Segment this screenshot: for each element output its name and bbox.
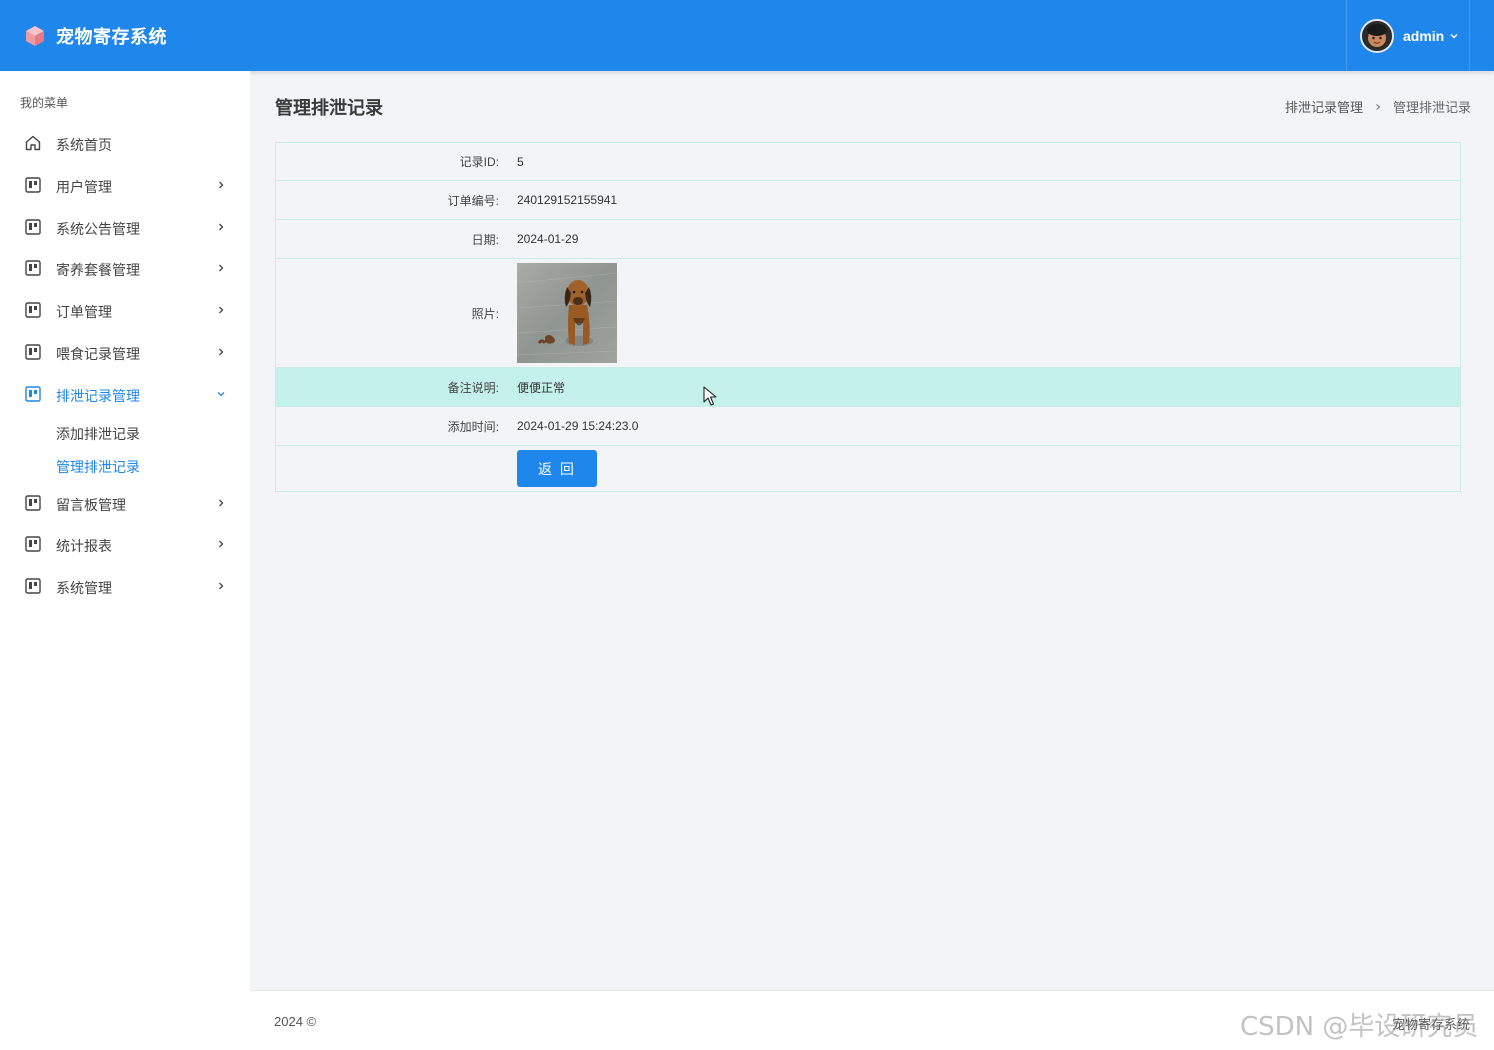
sidebar-item-announcements[interactable]: 系统公告管理: [0, 210, 250, 244]
sidebar-item-label: 系统首页: [56, 137, 112, 153]
mouse-cursor-icon: [703, 386, 717, 406]
date-label: 日期:: [471, 232, 499, 247]
footer-copyright: 2024 ©: [274, 1014, 317, 1029]
sidebar-item-reports[interactable]: 统计报表: [0, 527, 250, 561]
chevron-down-icon: [217, 392, 225, 397]
sidebar: 我的菜单 系统首页 用户管理 系统公告管理 寄养套餐管理 订单管理 喂食记录管理…: [0, 71, 250, 1050]
module-icon: [25, 302, 41, 318]
sidebar-item-label: 系统公告管理: [56, 221, 140, 237]
photo-cell: [517, 259, 617, 367]
sidebar-item-label: 喂食记录管理: [56, 346, 140, 362]
sidebar-item-orders[interactable]: 订单管理: [0, 293, 250, 327]
sidebar-item-home[interactable]: 系统首页: [0, 126, 250, 160]
chevron-right-icon: [219, 582, 224, 590]
back-button[interactable]: 返 回: [517, 450, 597, 487]
chevron-right-icon: [219, 181, 224, 189]
chevron-right-icon: [219, 348, 224, 356]
table-row: 照片:: [276, 259, 1460, 368]
sidebar-item-label: 留言板管理: [56, 497, 126, 513]
empty-label: [276, 446, 499, 491]
added-time-label: 添加时间:: [447, 419, 499, 434]
chevron-down-icon: [1450, 33, 1458, 38]
breadcrumb-item-current: 管理排泄记录: [1392, 100, 1471, 115]
chevron-right-icon: [219, 499, 224, 507]
dog-photo-icon: [517, 263, 617, 363]
photo-label: 照片:: [471, 306, 499, 321]
sidebar-item-label: 排泄记录管理: [56, 388, 140, 404]
table-row: 日期: 2024-01-29: [276, 220, 1460, 259]
sidebar-item-system[interactable]: 系统管理: [0, 569, 250, 603]
app-title: 宠物寄存系统: [56, 27, 167, 47]
sidebar-item-label: 用户管理: [56, 179, 112, 195]
brand[interactable]: 宠物寄存系统: [24, 24, 167, 48]
record-id-label: 记录ID:: [459, 155, 499, 169]
sidebar-item-message-board[interactable]: 留言板管理: [0, 486, 250, 520]
cube-logo-icon: [26, 26, 44, 46]
chevron-right-icon: [219, 306, 224, 314]
sidebar-item-label: 系统管理: [56, 580, 112, 596]
breadcrumb-item-excretion-management[interactable]: 排泄记录管理: [1285, 97, 1363, 116]
user-menu[interactable]: admin: [1346, 0, 1470, 71]
user-name: admin: [1403, 27, 1445, 44]
avatar: [1360, 18, 1394, 53]
module-icon: [25, 495, 41, 511]
remark-value: 便便正常: [517, 380, 566, 395]
home-icon: [25, 135, 41, 151]
detail-table: 记录ID: 5 订单编号: 240129152155941 日期: 2024-0…: [275, 142, 1461, 492]
sidebar-item-users[interactable]: 用户管理: [0, 168, 250, 202]
sidebar-item-excretion[interactable]: 排泄记录管理: [0, 377, 250, 411]
top-header: 宠物寄存系统 admin: [0, 0, 1494, 71]
table-row: 订单编号: 240129152155941: [276, 181, 1460, 220]
chevron-right-icon: [219, 264, 224, 272]
module-icon: [25, 578, 41, 594]
breadcrumb: 排泄记录管理 管理排泄记录: [1285, 97, 1471, 116]
action-cell: 返 回: [517, 446, 597, 491]
record-id-value: 5: [517, 154, 524, 169]
sidebar-item-feeding[interactable]: 喂食记录管理: [0, 335, 250, 369]
sidebar-item-label: 订单管理: [56, 304, 112, 320]
added-time-value: 2024-01-29 15:24:23.0: [517, 419, 639, 433]
chevron-right-icon: [1376, 103, 1381, 110]
module-icon: [25, 536, 41, 552]
user-avatar-icon: [1362, 20, 1392, 51]
sidebar-item-label: 寄养套餐管理: [56, 262, 140, 278]
order-no-value: 240129152155941: [517, 193, 618, 207]
module-icon: [25, 386, 41, 402]
watermark: CSDN @毕设研究员: [1240, 1012, 1479, 1042]
remark-label: 备注说明:: [447, 380, 499, 395]
page-title: 管理排泄记录: [275, 98, 383, 118]
chevron-right-icon: [219, 223, 224, 231]
module-icon: [25, 260, 41, 276]
chevron-right-icon: [219, 540, 224, 548]
submenu-add-excretion-record[interactable]: 添加排泄记录: [56, 424, 140, 444]
date-value: 2024-01-29: [517, 232, 579, 246]
order-no-label: 订单编号:: [447, 193, 499, 208]
module-icon: [25, 177, 41, 193]
module-icon: [25, 219, 41, 235]
table-row: 返 回: [276, 446, 1460, 491]
submenu-manage-excretion-records[interactable]: 管理排泄记录: [56, 457, 140, 477]
pet-photo[interactable]: [517, 263, 617, 363]
sidebar-item-label: 统计报表: [56, 538, 112, 554]
table-row: 记录ID: 5: [276, 143, 1460, 181]
table-row: 备注说明: 便便正常: [276, 368, 1460, 407]
module-icon: [25, 344, 41, 360]
menu-caption: 我的菜单: [20, 96, 69, 110]
sidebar-item-packages[interactable]: 寄养套餐管理: [0, 251, 250, 285]
table-row: 添加时间: 2024-01-29 15:24:23.0: [276, 407, 1460, 446]
